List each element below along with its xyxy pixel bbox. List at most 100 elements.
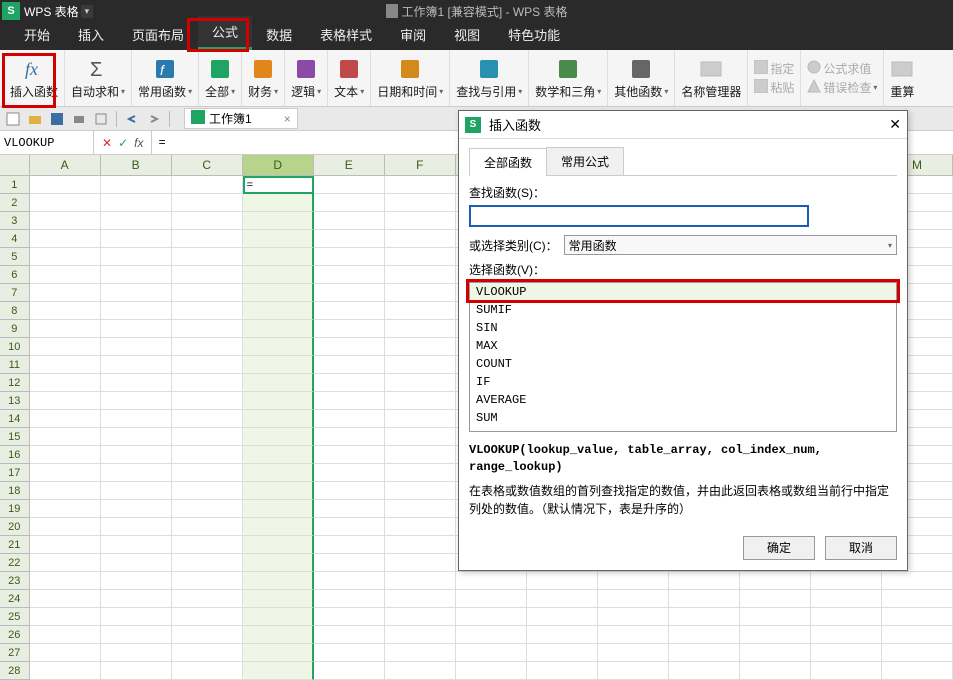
cell[interactable] [669,662,740,680]
cell[interactable] [385,536,456,554]
cell[interactable] [314,410,385,428]
cell[interactable] [172,320,243,338]
cell[interactable] [30,230,101,248]
cell[interactable] [243,482,314,500]
cell[interactable] [30,374,101,392]
function-item-average[interactable]: AVERAGE [470,391,896,409]
finance-functions-button[interactable]: 财务▾ [248,57,278,100]
recalc-button[interactable]: 重算 [890,57,914,100]
cell[interactable] [385,356,456,374]
dialog-titlebar[interactable]: S 插入函数 ✕ [459,111,907,139]
cell[interactable] [385,284,456,302]
lookup-functions-button[interactable]: 查找与引用▾ [456,57,522,100]
tab-review[interactable]: 审阅 [386,19,440,50]
cell[interactable] [385,500,456,518]
cell[interactable] [598,644,669,662]
cell[interactable] [314,338,385,356]
error-check-button[interactable]: 错误检查▾ [807,79,877,96]
cell[interactable] [243,284,314,302]
cell[interactable] [314,266,385,284]
cell[interactable] [30,446,101,464]
cell[interactable] [101,446,172,464]
cell[interactable] [314,500,385,518]
cell[interactable] [882,572,953,590]
cancel-button[interactable]: 取消 [825,536,897,560]
cell[interactable] [314,626,385,644]
cell[interactable] [30,500,101,518]
cell[interactable] [385,302,456,320]
close-tab-icon[interactable]: × [284,112,291,126]
cell[interactable] [30,410,101,428]
search-function-input[interactable] [469,205,809,227]
cell[interactable] [740,644,811,662]
cell[interactable] [456,608,527,626]
cell[interactable] [172,428,243,446]
cell[interactable] [101,338,172,356]
cell[interactable] [314,374,385,392]
cell[interactable] [882,626,953,644]
cell[interactable] [669,590,740,608]
cell[interactable] [243,194,314,212]
cell[interactable] [811,590,882,608]
row-header[interactable]: 12 [0,374,30,392]
cell[interactable] [456,572,527,590]
cell[interactable] [314,284,385,302]
cell[interactable] [30,248,101,266]
cell[interactable] [740,626,811,644]
cell[interactable] [243,266,314,284]
row-header[interactable]: 20 [0,518,30,536]
function-item-max[interactable]: MAX [470,337,896,355]
cell[interactable] [243,608,314,626]
cell[interactable] [527,626,598,644]
row-header[interactable]: 18 [0,482,30,500]
cell[interactable] [527,662,598,680]
row-header[interactable]: 15 [0,428,30,446]
fx-icon[interactable]: fx [134,136,143,150]
cell[interactable] [314,518,385,536]
cell[interactable] [882,608,953,626]
row-header[interactable]: 8 [0,302,30,320]
tab-tablestyle[interactable]: 表格样式 [306,19,386,50]
name-paste-button[interactable]: 粘贴 [754,79,794,96]
row-header[interactable]: 16 [0,446,30,464]
function-item-count[interactable]: COUNT [470,355,896,373]
cell[interactable] [314,572,385,590]
cell[interactable] [172,572,243,590]
cell[interactable] [243,446,314,464]
cell[interactable] [172,248,243,266]
tab-insert[interactable]: 插入 [64,19,118,50]
cell[interactable] [243,590,314,608]
cell[interactable] [30,626,101,644]
cell[interactable] [30,194,101,212]
cell[interactable] [385,248,456,266]
cell[interactable] [30,482,101,500]
cell[interactable] [30,662,101,680]
cell[interactable] [385,428,456,446]
cell[interactable] [385,662,456,680]
open-icon[interactable] [26,110,44,128]
cell[interactable] [30,176,101,194]
cell[interactable] [101,212,172,230]
cell[interactable] [314,230,385,248]
row-header[interactable]: 13 [0,392,30,410]
cell[interactable] [172,374,243,392]
cell[interactable] [172,446,243,464]
row-header[interactable]: 9 [0,320,30,338]
cell[interactable] [172,212,243,230]
col-header-F[interactable]: F [385,155,456,175]
tab-special[interactable]: 特色功能 [494,19,574,50]
cell[interactable] [101,266,172,284]
cell[interactable] [385,266,456,284]
tab-formula[interactable]: 公式 [198,16,252,50]
col-header-C[interactable]: C [172,155,243,175]
all-functions-button[interactable]: 全部▾ [205,57,235,100]
select-all-corner[interactable] [0,155,30,175]
row-header[interactable]: 6 [0,266,30,284]
cell[interactable] [243,554,314,572]
cell[interactable] [811,608,882,626]
function-item-sin[interactable]: SIN [470,319,896,337]
cell[interactable] [882,644,953,662]
cell[interactable] [314,248,385,266]
cell[interactable] [385,176,456,194]
cell[interactable] [314,302,385,320]
